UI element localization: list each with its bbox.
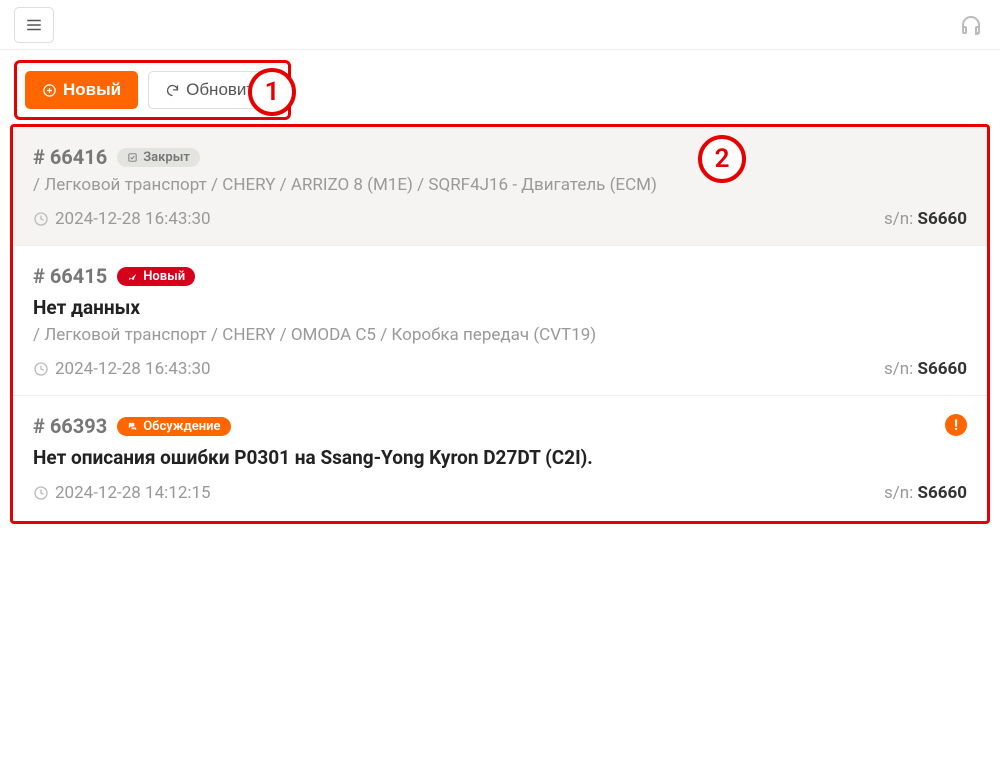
annotation-callout-2: 2 bbox=[698, 135, 746, 183]
alert-icon: ! bbox=[945, 414, 967, 436]
ticket-id: # 66393 bbox=[33, 414, 107, 438]
ticket-header-row: # 66416 Закрыт bbox=[33, 145, 967, 169]
status-badge: Обсуждение bbox=[117, 417, 230, 436]
topbar bbox=[0, 0, 1000, 50]
ticket-item[interactable]: # 66416 Закрыт / Легковой транспорт / CHER… bbox=[13, 127, 987, 246]
new-button[interactable]: Новый bbox=[25, 71, 138, 109]
ticket-timestamp-text: 2024-12-28 16:43:30 bbox=[55, 359, 211, 379]
ticket-item[interactable]: # 66393 Обсуждение Нет описания ошибки P03… bbox=[13, 396, 987, 519]
new-button-label: Новый bbox=[63, 80, 121, 100]
refresh-icon bbox=[165, 83, 180, 98]
ticket-list: # 66416 Закрыт / Легковой транспорт / CHER… bbox=[10, 124, 990, 524]
ticket-serial-value: S6660 bbox=[918, 209, 967, 229]
ticket-header-row: # 66393 Обсуждение bbox=[33, 414, 967, 438]
ticket-serial: s/n: S6660 bbox=[884, 483, 967, 503]
status-badge-label: Обсуждение bbox=[143, 419, 220, 434]
ticket-id: # 66415 bbox=[33, 264, 107, 288]
ticket-header-row: # 66415 Новый bbox=[33, 264, 967, 288]
annotation-callout-1: 1 bbox=[248, 68, 296, 116]
badge-icon bbox=[127, 421, 138, 432]
ticket-title: Нет описания ошибки P0301 на Ssang-Yong … bbox=[33, 446, 967, 469]
badge-icon bbox=[127, 271, 138, 282]
ticket-serial: s/n: S6660 bbox=[884, 209, 967, 229]
support-button[interactable] bbox=[956, 10, 986, 40]
ticket-timestamp: 2024-12-28 16:43:30 bbox=[33, 209, 211, 229]
hamburger-icon bbox=[25, 16, 43, 34]
ticket-timestamp-text: 2024-12-28 16:43:30 bbox=[55, 209, 211, 229]
ticket-timestamp: 2024-12-28 14:12:15 bbox=[33, 483, 211, 503]
ticket-footer: 2024-12-28 16:43:30 s/n: S6660 bbox=[33, 359, 967, 379]
headphones-icon bbox=[959, 13, 983, 37]
ticket-id: # 66416 bbox=[33, 145, 107, 169]
status-badge-label: Новый bbox=[143, 269, 185, 284]
badge-icon bbox=[127, 152, 138, 163]
ticket-item[interactable]: # 66415 Новый Нет данных / Легковой транспо… bbox=[13, 246, 987, 396]
status-badge: Новый bbox=[117, 267, 195, 286]
ticket-footer: 2024-12-28 14:12:15 s/n: S6660 bbox=[33, 483, 967, 503]
ticket-timestamp: 2024-12-28 16:43:30 bbox=[33, 359, 211, 379]
toolbar-area: Новый Обновить 1 2 bbox=[0, 50, 1000, 120]
ticket-serial-value: S6660 bbox=[918, 483, 967, 503]
plus-circle-icon bbox=[42, 83, 57, 98]
menu-button[interactable] bbox=[14, 7, 54, 43]
ticket-serial: s/n: S6660 bbox=[884, 359, 967, 379]
ticket-footer: 2024-12-28 16:43:30 s/n: S6660 bbox=[33, 209, 967, 229]
clock-icon bbox=[33, 361, 49, 377]
ticket-title: Нет данных bbox=[33, 296, 967, 319]
status-badge-label: Закрыт bbox=[143, 150, 190, 165]
status-badge: Закрыт bbox=[117, 148, 200, 167]
ticket-path: / Легковой транспорт / CHERY / OMODA C5 … bbox=[33, 325, 967, 345]
clock-icon bbox=[33, 211, 49, 227]
ticket-serial-value: S6660 bbox=[918, 359, 967, 379]
ticket-timestamp-text: 2024-12-28 14:12:15 bbox=[55, 483, 211, 503]
ticket-path: / Легковой транспорт / CHERY / ARRIZO 8 … bbox=[33, 175, 967, 195]
clock-icon bbox=[33, 485, 49, 501]
